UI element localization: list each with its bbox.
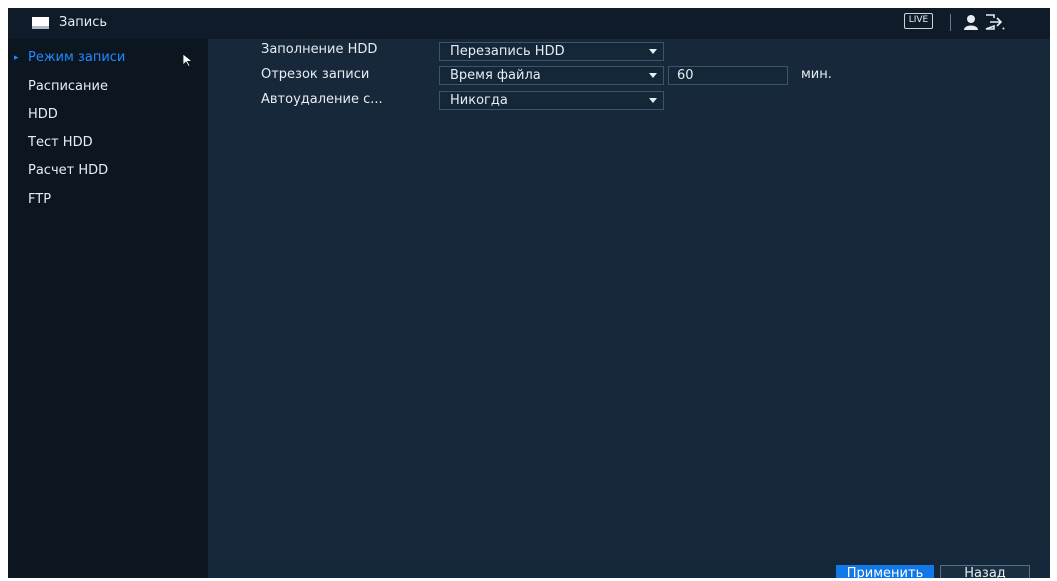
auto-delete-value: Никогда xyxy=(450,93,508,108)
apply-button[interactable]: Применить xyxy=(836,565,934,578)
sidebar-item-ftp[interactable]: FTP xyxy=(8,188,208,212)
sidebar-item-label: Тест HDD xyxy=(28,135,93,150)
sidebar-item-label: Режим записи xyxy=(28,50,126,65)
mouse-cursor-icon xyxy=(182,53,194,67)
dropdown-caret-icon xyxy=(649,98,657,103)
dropdown-caret-icon xyxy=(649,49,657,54)
sidebar-item-label: Расчет HDD xyxy=(28,163,109,178)
hdd-full-label: Заполнение HDD xyxy=(261,42,378,57)
sidebar: ▸ Режим записи Расписание HDD Тест HDD Р… xyxy=(8,39,208,578)
auto-delete-label: Автоудаление с... xyxy=(261,92,383,107)
sidebar-item-label: FTP xyxy=(28,192,52,207)
auto-delete-select[interactable]: Никогда xyxy=(439,91,664,110)
user-icon[interactable] xyxy=(962,14,980,30)
back-button[interactable]: Назад xyxy=(940,565,1030,578)
sidebar-item-label: Расписание xyxy=(28,79,108,94)
dropdown-caret-icon xyxy=(649,73,657,78)
hdd-full-select[interactable]: Перезапись HDD xyxy=(439,42,664,61)
hdd-full-value: Перезапись HDD xyxy=(450,44,565,59)
sidebar-item-hdd[interactable]: HDD xyxy=(8,103,208,127)
page-title: Запись xyxy=(59,15,108,30)
logout-icon[interactable] xyxy=(985,14,1005,30)
title-bar: Запись LIVE xyxy=(8,8,1050,39)
segment-value: Время файла xyxy=(450,68,541,83)
minutes-unit-label: мин. xyxy=(801,67,832,82)
sidebar-item-schedule[interactable]: Расписание xyxy=(8,75,208,99)
live-view-button[interactable]: LIVE xyxy=(904,13,933,29)
sidebar-item-hdd-test[interactable]: Тест HDD xyxy=(8,131,208,155)
settings-window: Запись LIVE ▸ Режим записи Расписание HD… xyxy=(8,8,1050,578)
chevron-right-icon: ▸ xyxy=(14,53,19,63)
hdd-record-icon xyxy=(32,17,49,29)
segment-select[interactable]: Время файла xyxy=(439,66,664,85)
sidebar-item-hdd-calc[interactable]: Расчет HDD xyxy=(8,159,208,183)
sidebar-item-label: HDD xyxy=(28,107,58,122)
segment-minutes-input[interactable]: 60 xyxy=(668,66,788,85)
segment-label: Отрезок записи xyxy=(261,67,370,82)
toolbar-divider xyxy=(950,14,951,31)
sidebar-item-record-mode[interactable]: ▸ Режим записи xyxy=(8,46,208,70)
